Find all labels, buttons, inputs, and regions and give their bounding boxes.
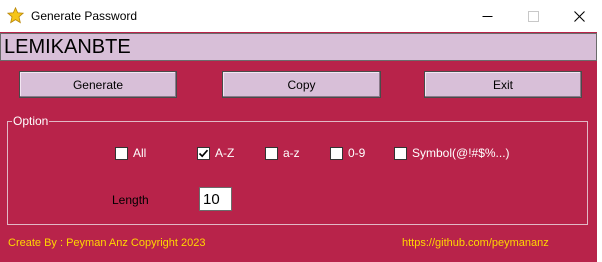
star-icon xyxy=(6,6,25,24)
window-title: Generate Password xyxy=(31,9,138,23)
generate-button[interactable]: Generate xyxy=(19,71,177,98)
digits-checkbox[interactable] xyxy=(330,146,343,160)
symbol-option[interactable]: Symbol(@!#$%...) xyxy=(394,146,510,160)
length-label: Length xyxy=(112,193,149,207)
client-area: Generate Copy Exit Option All A-Z a-z 0-… xyxy=(0,32,597,262)
digits-label: 0-9 xyxy=(348,146,366,160)
symbol-label: Symbol(@!#$%...) xyxy=(412,146,510,160)
lowercase-label: a-z xyxy=(283,146,300,160)
lowercase-checkbox[interactable] xyxy=(265,146,278,160)
title-bar[interactable]: Generate Password xyxy=(0,0,602,32)
password-field[interactable] xyxy=(0,33,597,61)
github-link[interactable]: https://github.com/peymananz xyxy=(402,237,549,249)
uppercase-checkbox[interactable] xyxy=(197,146,210,160)
maximize-button[interactable] xyxy=(510,0,556,32)
option-group-label: Option xyxy=(12,114,50,128)
exit-button[interactable]: Exit xyxy=(424,71,582,98)
uppercase-label: A-Z xyxy=(215,146,235,160)
length-input[interactable] xyxy=(199,187,232,211)
maximize-icon xyxy=(527,10,539,22)
symbol-checkbox[interactable] xyxy=(394,146,407,160)
uppercase-option[interactable]: A-Z xyxy=(197,146,234,160)
all-checkbox[interactable] xyxy=(115,146,128,160)
close-icon xyxy=(573,10,585,22)
minimize-button[interactable] xyxy=(464,0,510,32)
copyright-text: Create By : Peyman Anz Copyright 2023 xyxy=(8,237,206,249)
digits-option[interactable]: 0-9 xyxy=(330,146,365,160)
close-button[interactable] xyxy=(556,0,602,32)
minimize-icon xyxy=(482,15,492,17)
lowercase-option[interactable]: a-z xyxy=(265,146,300,160)
all-label: All xyxy=(133,146,147,160)
copy-button[interactable]: Copy xyxy=(222,71,381,98)
checkmark-icon xyxy=(198,149,209,157)
option-group: Option xyxy=(7,114,588,225)
all-option[interactable]: All xyxy=(115,146,146,160)
window-edge xyxy=(597,32,602,262)
